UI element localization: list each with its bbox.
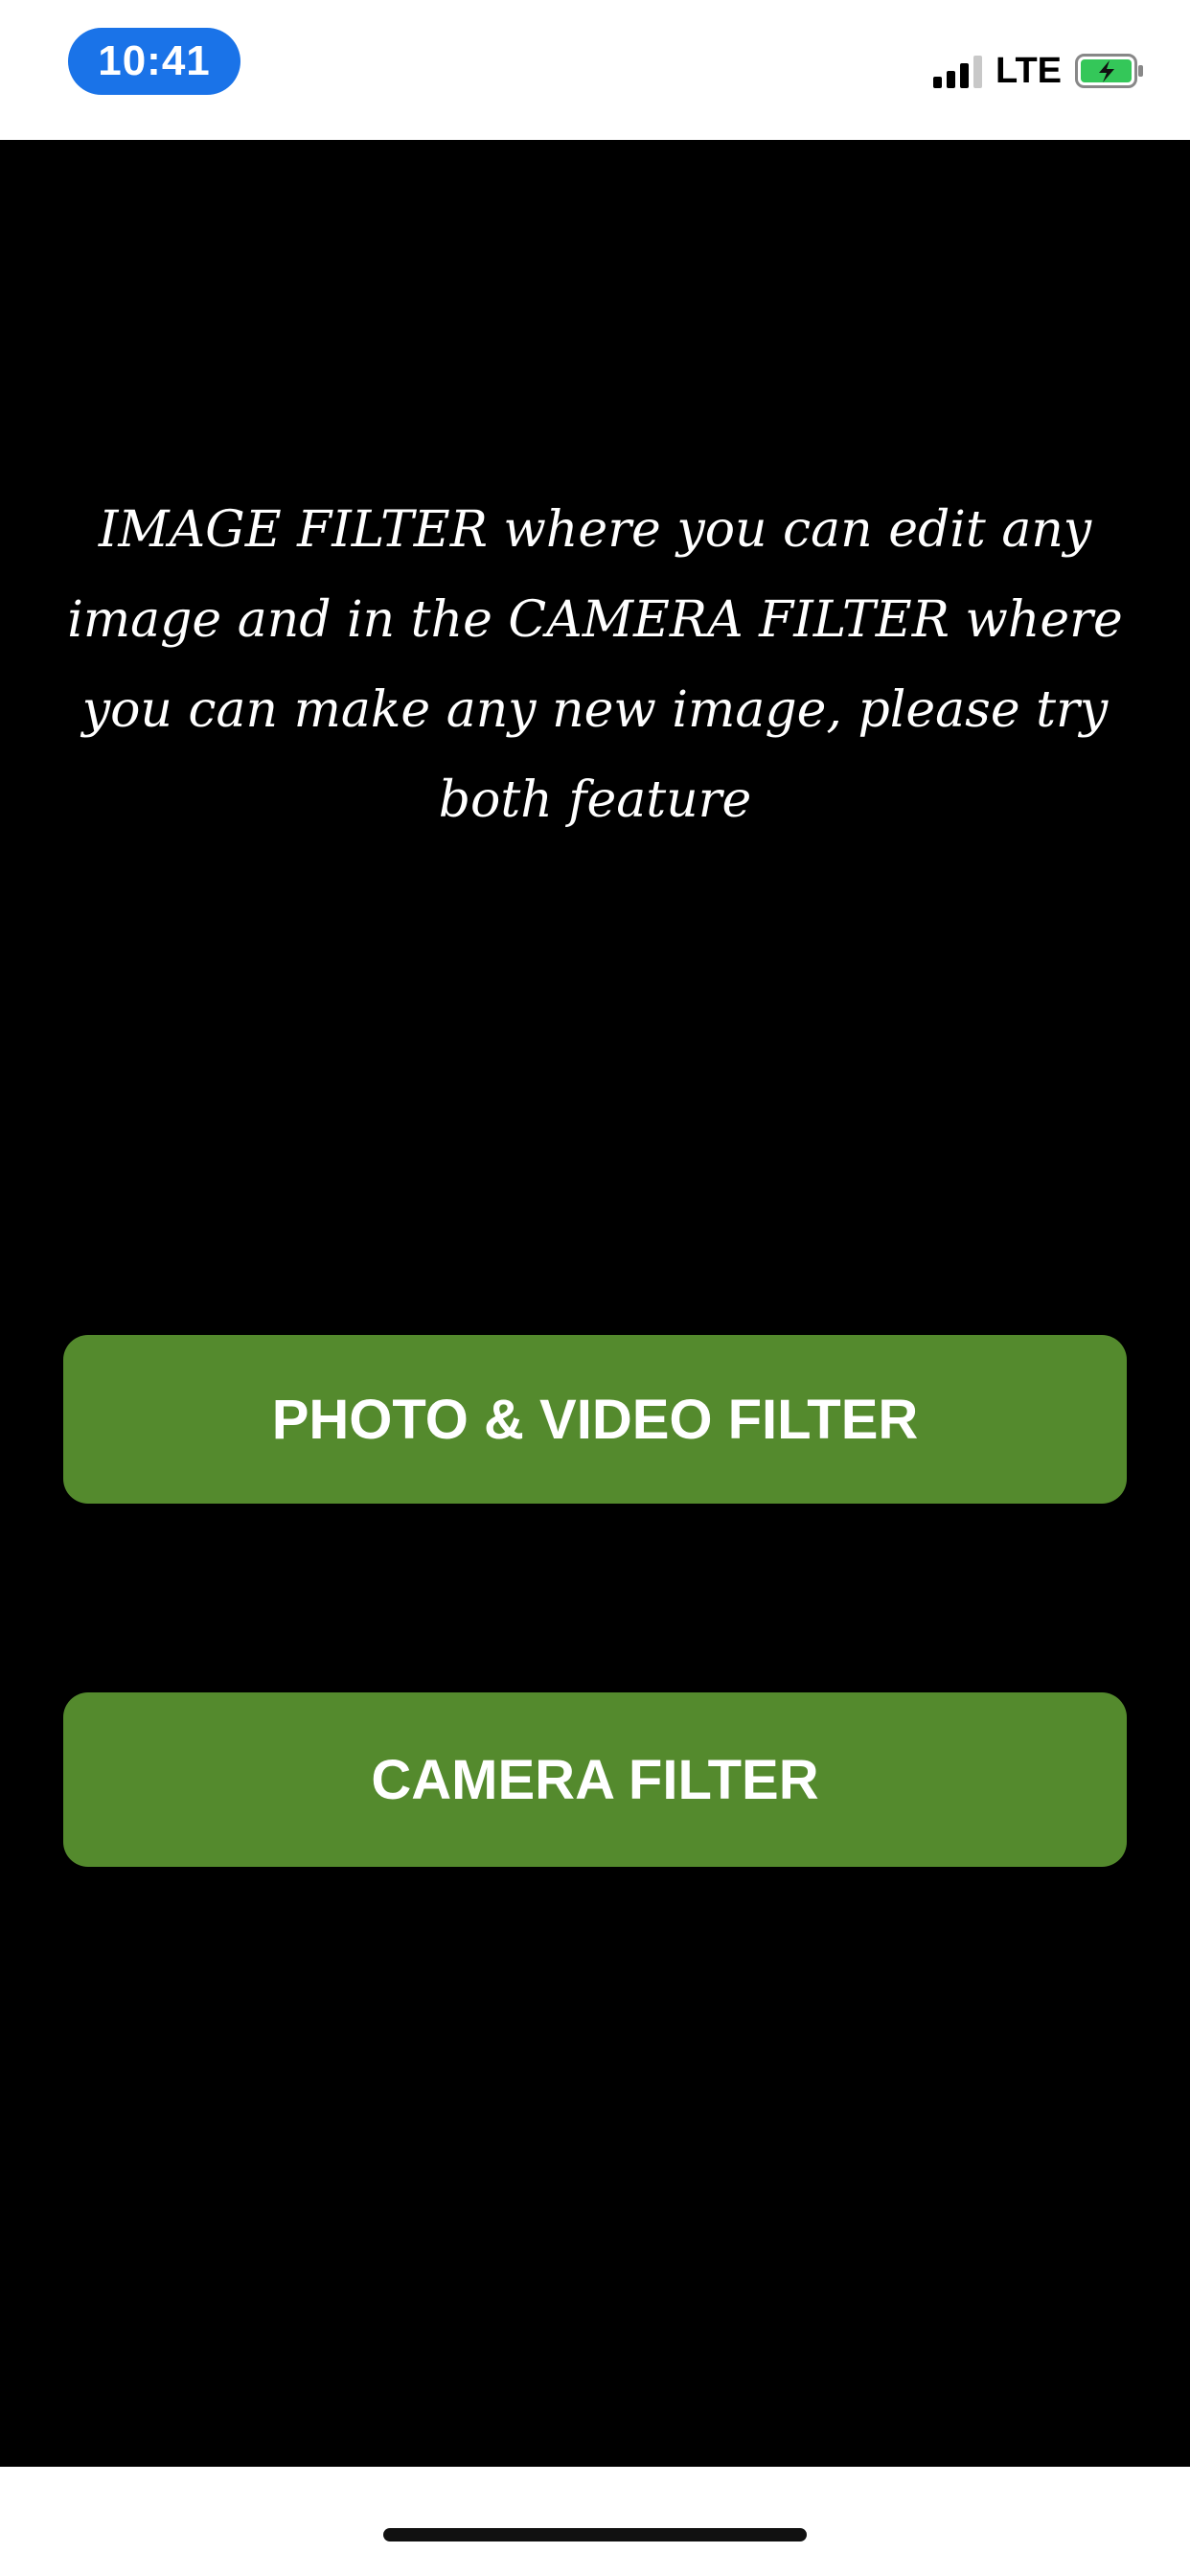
camera-filter-label: CAMERA FILTER	[371, 1748, 819, 1811]
signal-icon	[933, 54, 983, 88]
bottom-safe-area	[0, 2467, 1190, 2576]
main-content: IMAGE FILTER where you can edit any imag…	[0, 140, 1190, 2467]
status-time[interactable]: 10:41	[68, 28, 240, 95]
photo-video-filter-label: PHOTO & VIDEO FILTER	[271, 1388, 919, 1451]
network-type-label: LTE	[995, 50, 1062, 91]
home-indicator[interactable]	[383, 2528, 807, 2542]
description-text: IMAGE FILTER where you can edit any imag…	[67, 501, 1123, 829]
battery-charging-icon	[1075, 54, 1144, 88]
photo-video-filter-button[interactable]: PHOTO & VIDEO FILTER	[63, 1335, 1127, 1504]
status-bar: 10:41 LTE	[0, 0, 1190, 140]
app-screen: 10:41 LTE IMAGE FILTER where you can edi…	[0, 0, 1190, 2576]
camera-filter-button[interactable]: CAMERA FILTER	[63, 1692, 1127, 1867]
status-indicators: LTE	[933, 50, 1144, 92]
